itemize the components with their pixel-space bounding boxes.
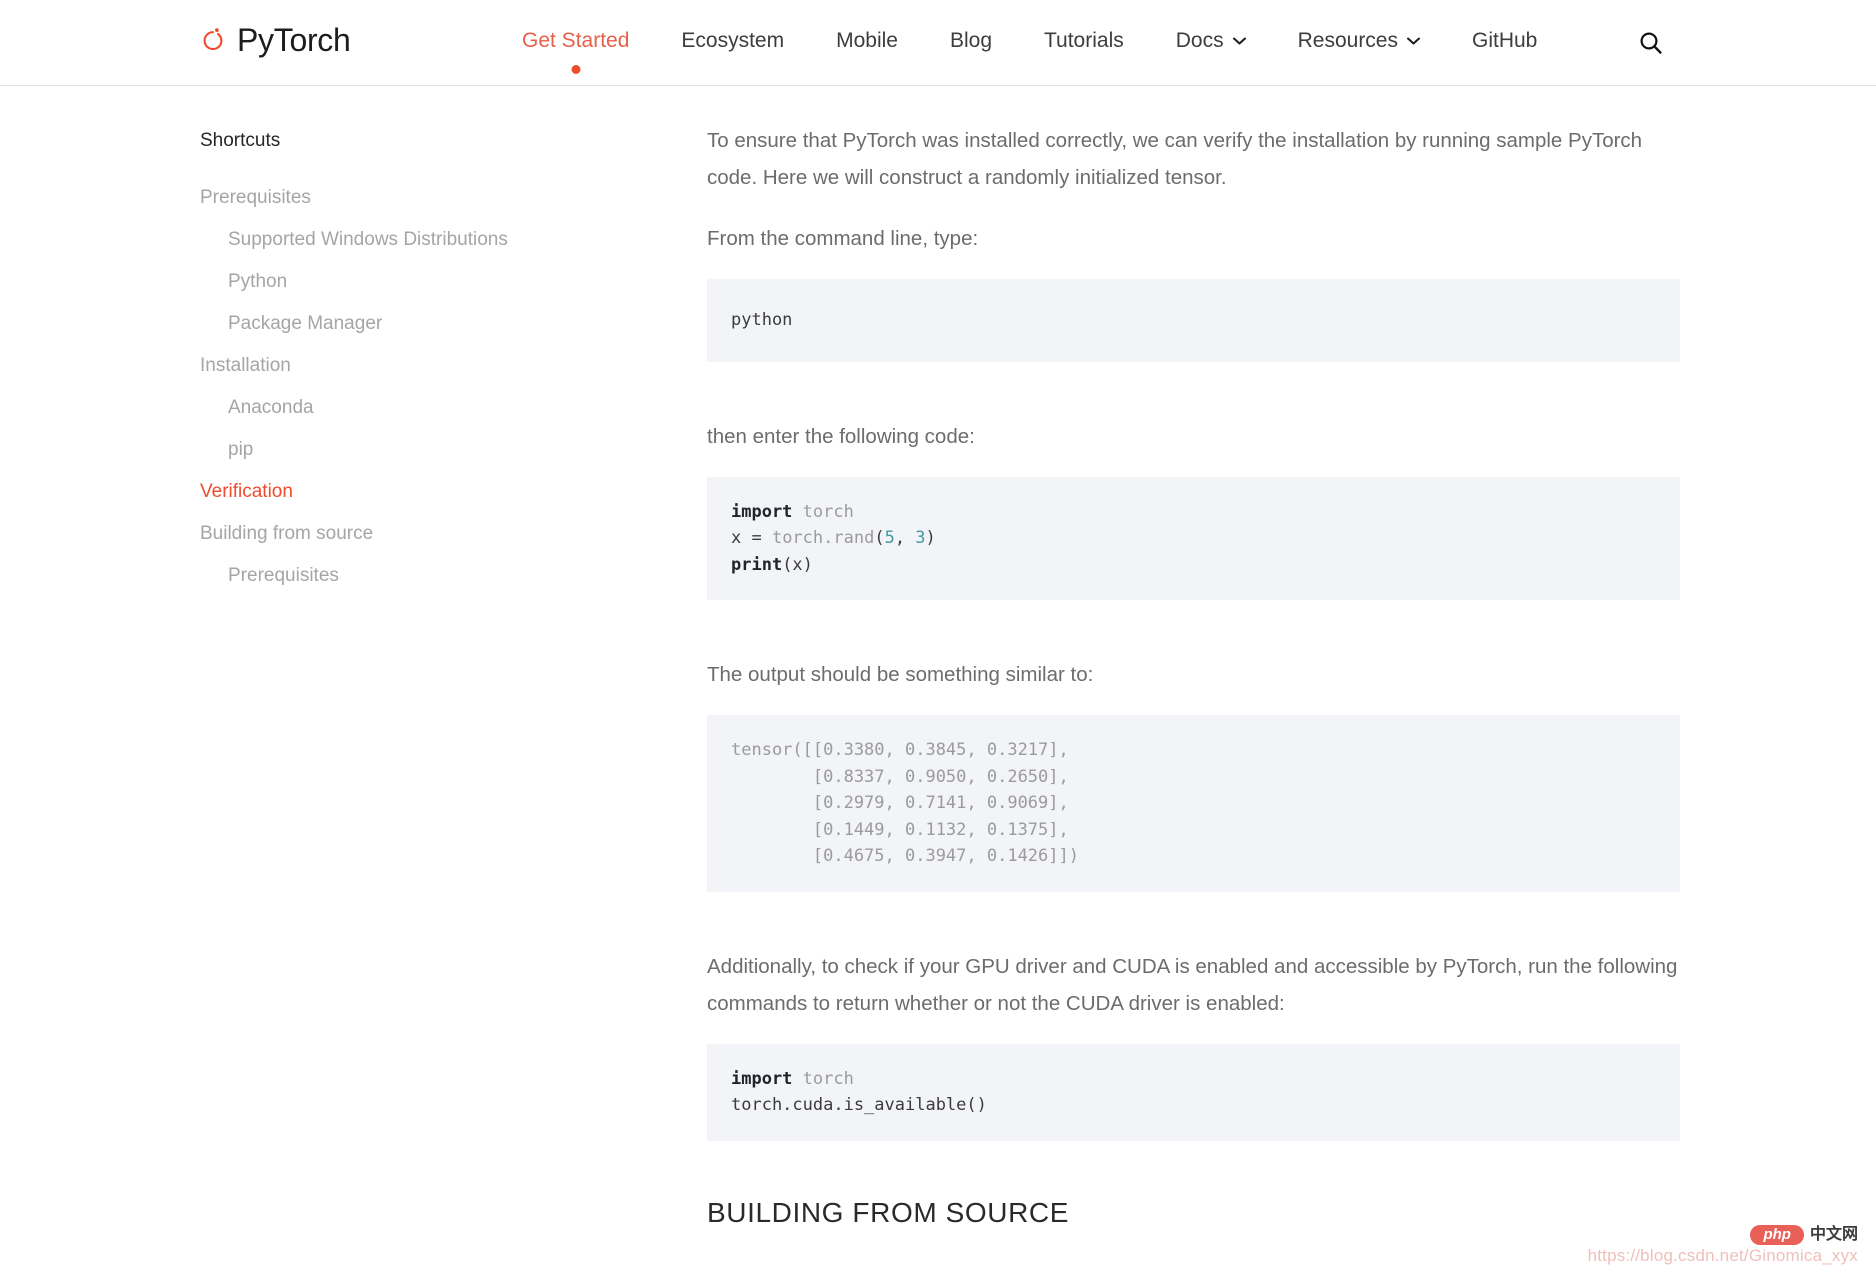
sidebar-item-package-manager[interactable]: Package Manager (200, 314, 660, 333)
sidebar-item-prerequisites-build[interactable]: Prerequisites (200, 566, 660, 585)
nav-item-docs[interactable]: Docs (1150, 28, 1272, 54)
brand-logo-link[interactable]: PyTorch (200, 24, 351, 56)
code-comma: , (895, 528, 915, 548)
sidebar-item-anaconda[interactable]: Anaconda (200, 398, 660, 417)
pytorch-flame-icon (200, 25, 226, 55)
code-assign: x = (731, 528, 772, 548)
nav-label: Blog (950, 28, 992, 54)
sidebar-item-python[interactable]: Python (200, 272, 660, 291)
article-content: To ensure that PyTorch was installed cor… (707, 122, 1680, 1229)
code-call-cuda-is-available: torch.cuda.is_available() (731, 1095, 987, 1115)
code-block-tensor-output[interactable]: tensor([[0.3380, 0.3845, 0.3217], [0.833… (707, 715, 1680, 892)
code-paren-close: ) (926, 528, 936, 548)
nav-item-ecosystem[interactable]: Ecosystem (655, 28, 810, 54)
code-text: python (731, 310, 792, 330)
page-body: Shortcuts Prerequisites Supported Window… (0, 86, 1876, 1274)
nav-label: Get Started (522, 28, 629, 54)
command-line-label: From the command line, type: (707, 220, 1680, 257)
code-number-rows: 5 (885, 528, 895, 548)
cuda-paragraph: Additionally, to check if your GPU drive… (707, 948, 1680, 1022)
nav-label: Mobile (836, 28, 898, 54)
output-label: The output should be something similar t… (707, 656, 1680, 693)
nav-label: Resources (1298, 28, 1398, 54)
sidebar-item-supported-windows-distributions[interactable]: Supported Windows Distributions (200, 230, 660, 249)
nav-item-github[interactable]: GitHub (1446, 28, 1563, 54)
nav-label: Tutorials (1044, 28, 1124, 54)
watermark-url: https://blog.csdn.net/Ginomica_xyx (1588, 1246, 1858, 1266)
intro-paragraph: To ensure that PyTorch was installed cor… (707, 122, 1680, 196)
code-keyword-print: print (731, 555, 782, 575)
sidebar-item-installation[interactable]: Installation (200, 356, 660, 375)
watermark-badge: php 中文网 (1750, 1225, 1858, 1245)
nav-label: GitHub (1472, 28, 1537, 54)
code-module-torch: torch (792, 1069, 853, 1089)
nav-item-get-started[interactable]: Get Started (496, 28, 655, 54)
nav-label: Docs (1176, 28, 1224, 54)
nav-label: Ecosystem (681, 28, 784, 54)
code-module-torch: torch (792, 502, 853, 522)
tensor-output-text: tensor([[0.3380, 0.3845, 0.3217], [0.833… (731, 740, 1079, 866)
code-block-sample-tensor[interactable]: import torch x = torch.rand(5, 3) print(… (707, 477, 1680, 601)
watermark-php-label: php (1750, 1225, 1804, 1245)
sidebar-item-pip[interactable]: pip (200, 440, 660, 459)
nav-item-mobile[interactable]: Mobile (810, 28, 924, 54)
table-of-contents: Prerequisites Supported Windows Distribu… (200, 188, 660, 585)
section-heading-building-from-source: BUILDING FROM SOURCE (707, 1197, 1680, 1229)
sidebar-shortcuts: Shortcuts Prerequisites Supported Window… (200, 131, 660, 608)
nav-item-blog[interactable]: Blog (924, 28, 1018, 54)
code-keyword-import: import (731, 1069, 792, 1089)
sidebar-item-verification[interactable]: Verification (200, 482, 660, 501)
watermark-chinese-label: 中文网 (1810, 1227, 1858, 1243)
code-paren-open: ( (874, 528, 884, 548)
code-block-cuda-check[interactable]: import torch torch.cuda.is_available() (707, 1044, 1680, 1141)
code-call-torch-rand: torch.rand (772, 528, 874, 548)
sidebar-title: Shortcuts (200, 131, 660, 150)
watermark: php 中文网 https://blog.csdn.net/Ginomica_x… (1588, 1225, 1858, 1266)
code-number-cols: 3 (915, 528, 925, 548)
nav-item-resources[interactable]: Resources (1272, 28, 1446, 54)
main-navigation: Get Started Ecosystem Mobile Blog Tutori… (496, 28, 1563, 54)
active-nav-indicator-dot (571, 65, 580, 74)
nav-item-tutorials[interactable]: Tutorials (1018, 28, 1150, 54)
enter-code-label: then enter the following code: (707, 418, 1680, 455)
chevron-down-icon (1407, 37, 1420, 45)
chevron-down-icon (1233, 37, 1246, 45)
brand-name: PyTorch (237, 24, 351, 56)
code-block-python-command[interactable]: python (707, 279, 1680, 362)
sidebar-item-prerequisites[interactable]: Prerequisites (200, 188, 660, 207)
code-print-args: (x) (782, 555, 813, 575)
sidebar-item-building-from-source[interactable]: Building from source (200, 524, 660, 543)
site-header: PyTorch Get Started Ecosystem Mobile Blo… (0, 0, 1876, 86)
code-keyword-import: import (731, 502, 792, 522)
search-icon[interactable] (1638, 30, 1664, 56)
